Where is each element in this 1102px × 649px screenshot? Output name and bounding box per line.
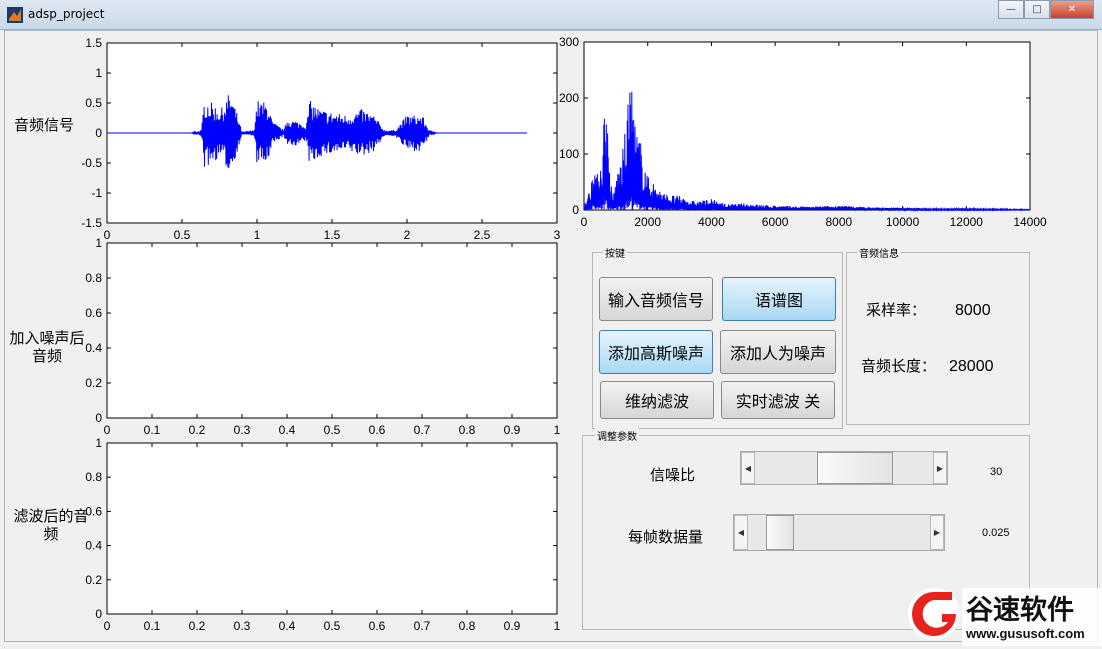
filtered-axes[interactable]: 1 0.8 0.6 0.4 0.2 00 0.1 0.2 0.3 0.4 0.5 0.6 0.7 0.8 0… — [80, 436, 570, 636]
spectrum-ytick-label: 300 — [559, 36, 579, 49]
noisy-axes[interactable]: 1 0.8 0.6 0.4 0.2 00 0.1 0.2 0.3 0.4 0.5 0.6 0.7 0.8 0… — [80, 236, 570, 436]
snr-slider[interactable]: ◀ ▶ — [740, 451, 948, 485]
audio-info-panel: 音频信息 — [846, 245, 1030, 425]
noisy-xtick-label: 0.4 — [279, 423, 296, 436]
filtered-ytick-label: 0.2 — [85, 573, 102, 587]
filtered-xtick-label: 0 — [104, 619, 111, 633]
noisy-axes-label: 加入噪声后音频 — [9, 330, 85, 365]
spectrum-ytick-label: 0 — [572, 203, 579, 217]
filtered-ytick-label: 0 — [95, 607, 102, 621]
spectrum-xtick-label: 6000 — [762, 215, 789, 229]
spectrum-xtick-label: 4000 — [698, 215, 725, 229]
spectrum-plot-area — [583, 41, 1031, 211]
signal-ytick-label: 1 — [95, 66, 102, 80]
noisy-ytick-label: 0.6 — [85, 306, 102, 320]
signal-ytick-label: -1.5 — [81, 216, 102, 230]
buttons-panel-title: 按键 — [603, 245, 627, 260]
filtered-ytick-label: 1 — [95, 436, 102, 450]
slider-right-arrow-icon[interactable]: ▶ — [933, 452, 947, 484]
signal-ytick-label: -0.5 — [81, 156, 102, 170]
noisy-xtick-label: 0.1 — [144, 423, 161, 436]
filtered-xtick-label: 0.5 — [324, 619, 341, 633]
frame-size-value: 0.025 — [982, 527, 1010, 539]
spectrum-ytick-label: 100 — [559, 147, 579, 161]
spectrum-axes[interactable]: 30020010000 2000 4000 6000 8000 10000 12000 140… — [550, 36, 1060, 236]
realtime-filter-toggle[interactable]: 实时滤波 关 — [721, 381, 835, 419]
matlab-icon — [7, 7, 23, 23]
noisy-xtick-label: 0.9 — [504, 423, 521, 436]
filtered-xtick-label: 0.3 — [234, 619, 251, 633]
snr-slider-thumb[interactable] — [817, 452, 893, 484]
audio-info-panel-title: 音频信息 — [857, 245, 901, 260]
filtered-xtick-label: 0.7 — [414, 619, 431, 633]
noisy-xtick-label: 0.6 — [369, 423, 386, 436]
signal-ytick-label: -1 — [91, 186, 102, 200]
spectrum-xtick-label: 12000 — [950, 215, 984, 229]
slider-left-arrow-icon[interactable]: ◀ — [741, 452, 755, 484]
spectrum-ytick-label: 200 — [559, 91, 579, 105]
noisy-xtick-label: 0.7 — [414, 423, 431, 436]
noisy-ytick-label: 0.2 — [85, 376, 102, 390]
filtered-xtick-label: 0.9 — [504, 619, 521, 633]
add-artificial-noise-button[interactable]: 添加人为噪声 — [720, 330, 836, 374]
spectrogram-button[interactable]: 语谱图 — [722, 277, 836, 321]
filtered-ytick-label: 0.6 — [85, 504, 102, 518]
filtered-xtick-label: 1 — [554, 619, 561, 633]
frame-size-slider-thumb[interactable] — [766, 515, 795, 550]
filtered-ytick-label: 0.8 — [85, 470, 102, 484]
watermark: 谷速软件 www.gususoft.com — [902, 586, 1102, 646]
audio-length-value: 28000 — [949, 358, 994, 375]
signal-axes[interactable]: 1.510.50-0.5-1-1.500.511.522.53x 104 — [80, 36, 570, 246]
noisy-ytick-label: 0.4 — [85, 341, 102, 355]
filtered-xtick-label: 0.1 — [144, 619, 161, 633]
watermark-brand: 谷速软件 — [966, 595, 1074, 626]
filtered-xtick-label: 0.2 — [189, 619, 206, 633]
wiener-filter-button[interactable]: 维纳滤波 — [600, 381, 714, 419]
noisy-ytick-label: 1 — [95, 236, 102, 250]
noisy-xtick-label: 0.2 — [189, 423, 206, 436]
frame-size-label: 每帧数据量 — [628, 529, 704, 546]
noisy-ytick-label: 0.8 — [85, 271, 102, 285]
signal-ytick-label: 0.5 — [85, 96, 102, 110]
params-panel-title: 调整参数 — [595, 428, 639, 443]
filtered-plot-area — [106, 442, 558, 615]
snr-label: 信噪比 — [650, 467, 696, 484]
spectrum-xtick-label: 0 — [581, 215, 588, 229]
noisy-xtick-label: 0.3 — [234, 423, 251, 436]
noisy-plot-area — [106, 242, 558, 419]
add-gaussian-noise-button[interactable]: 添加高斯噪声 — [599, 330, 713, 374]
filtered-xtick-label: 0.4 — [279, 619, 296, 633]
filtered-ytick-label: 0.4 — [85, 539, 102, 553]
spectrum-xtick-label: 14000 — [1013, 215, 1047, 229]
signal-axes-label: 音频信号 — [13, 117, 74, 134]
slider-left-arrow-icon[interactable]: ◀ — [734, 515, 748, 550]
filtered-xtick-label: 0.8 — [459, 619, 476, 633]
maximize-icon[interactable]: □ — [1024, 0, 1050, 19]
spectrum-xtick-label: 2000 — [634, 215, 661, 229]
sample-rate-value: 8000 — [955, 302, 991, 319]
filtered-xtick-label: 0.6 — [369, 619, 386, 633]
load-audio-button[interactable]: 输入音频信号 — [599, 277, 713, 321]
noisy-xtick-label: 0 — [104, 423, 111, 436]
minimize-icon[interactable]: — — [998, 0, 1024, 19]
spectrum-xtick-label: 10000 — [886, 215, 920, 229]
snr-value: 30 — [990, 466, 1003, 478]
window-title: adsp_project — [28, 7, 105, 21]
signal-ytick-label: 1.5 — [85, 36, 102, 50]
close-icon[interactable]: ✕ — [1050, 0, 1094, 19]
signal-ytick-label: 0 — [95, 126, 102, 140]
noisy-xtick-label: 0.5 — [324, 423, 341, 436]
watermark-url: www.gususoft.com — [966, 626, 1085, 641]
noisy-xtick-label: 1 — [554, 423, 561, 436]
slider-right-arrow-icon[interactable]: ▶ — [930, 515, 944, 550]
noisy-xtick-label: 0.8 — [459, 423, 476, 436]
sample-rate-label: 采样率： — [866, 302, 927, 319]
spectrum-xtick-label: 8000 — [826, 215, 853, 229]
noisy-ytick-label: 0 — [95, 411, 102, 425]
audio-length-label: 音频长度： — [861, 358, 937, 375]
frame-size-slider[interactable]: ◀ ▶ — [733, 514, 945, 551]
title-bar: adsp_project — □ ✕ — [0, 0, 1102, 30]
